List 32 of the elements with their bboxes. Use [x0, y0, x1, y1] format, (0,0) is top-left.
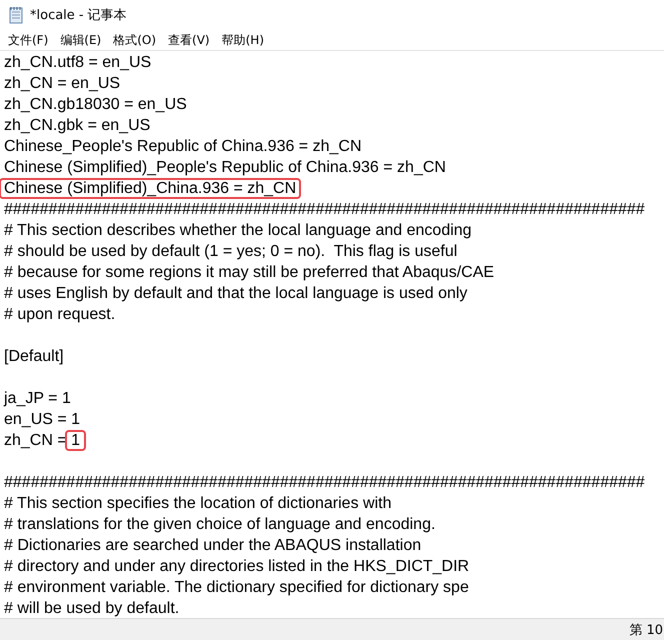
text-line: # uses English by default and that the local language is used only	[4, 285, 468, 302]
menu-item[interactable]: 格式(O)	[107, 32, 162, 48]
window-title: *locale - 记事本	[30, 7, 127, 24]
menu-item[interactable]: 查看(V)	[162, 32, 216, 48]
text-line: # translations for the given choice of language and encoding.	[4, 516, 436, 533]
text-line: zh_CN.gbk = en_US	[4, 117, 150, 134]
text-line: # This section specifies the location of dictionaries with	[4, 495, 392, 512]
text-line: ja_JP = 1	[4, 390, 71, 407]
text-line: zh_CN.gb18030 = en_US	[4, 96, 187, 113]
notepad-icon	[8, 6, 24, 24]
text-line: # This section describes whether the local language and encoding	[4, 222, 472, 239]
highlighted-text: 1	[65, 430, 86, 451]
highlighted-text: Chinese (Simplified)_China.936 = zh_CN	[0, 178, 302, 199]
text-line: # Dictionaries are searched under the ABAQUS installation	[4, 537, 422, 554]
text-line: # because for some regions it may still be preferred that Abaqus/CAE	[4, 264, 494, 281]
text-line: # will be used by default.	[4, 600, 180, 617]
menu-item[interactable]: 文件(F)	[2, 32, 54, 48]
text-line: # directory and under any directories listed in the HKS_DICT_DIR	[4, 558, 470, 575]
menu-item[interactable]: 帮助(H)	[216, 32, 270, 48]
text-line: # environment variable. The dictionary specified for dictionary spe	[4, 579, 469, 596]
text-line: # upon request.	[4, 306, 116, 323]
text-line: [Default]	[4, 348, 64, 365]
status-position: 第 10	[629, 622, 664, 638]
text-line: zh_CN.utf8 = en_US	[4, 54, 152, 71]
text-line: Chinese (Simplified)_People's Republic of China.936 = zh_CN	[4, 159, 446, 176]
text-line: ########################################################################	[4, 474, 645, 491]
text-line: Chinese_People's Republic of China.936 = zh_CN	[4, 138, 362, 155]
text-line: zh_CN = en_US	[4, 75, 120, 92]
text-line: ########################################################################	[4, 201, 645, 218]
text-line: en_US = 1	[4, 411, 80, 428]
menu-item[interactable]: 编辑(E)	[54, 32, 108, 48]
text-line: # should be used by default (1 = yes; 0 = no). This flag is useful	[4, 243, 458, 260]
